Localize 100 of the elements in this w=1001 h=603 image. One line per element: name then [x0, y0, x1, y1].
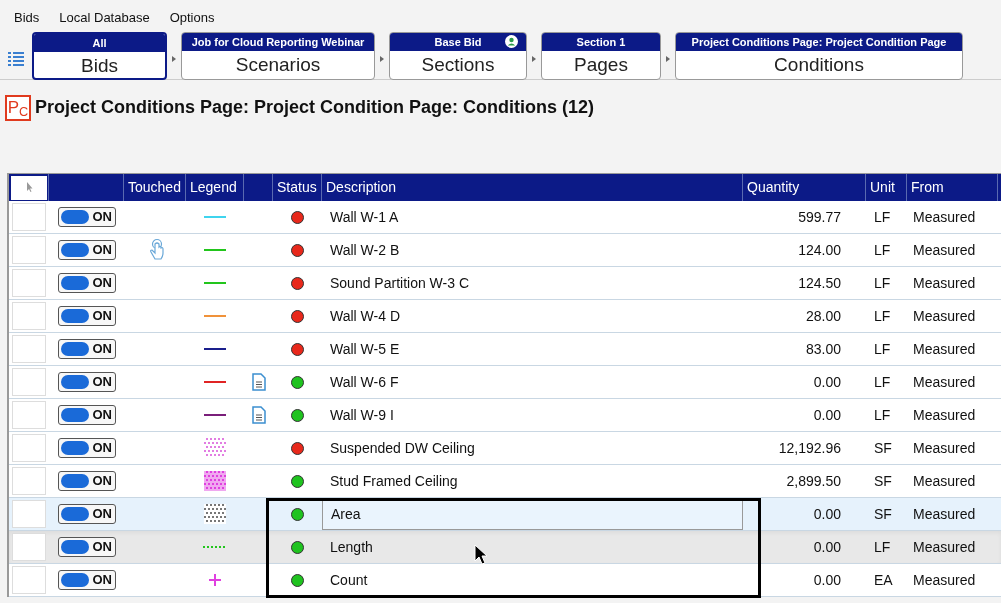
- quantity-cell-text: 28.00: [805, 306, 841, 326]
- row-select-box[interactable]: [12, 236, 46, 264]
- menu-item[interactable]: Options: [169, 8, 215, 28]
- breadcrumb-context: Base Bid: [434, 36, 482, 48]
- column-header[interactable]: Quantity: [747, 177, 800, 198]
- table-row[interactable]: ON Wall W-2 B 124.00 LF Measured: [9, 234, 1001, 267]
- unit-cell-text: EA: [874, 570, 893, 590]
- table-row[interactable]: ON Wall W-6 F 0.00 LF Measured: [9, 366, 1001, 399]
- source-cell-text: Measured: [913, 504, 976, 524]
- column-header[interactable]: Status: [277, 177, 317, 198]
- description-cell-text: Wall W-5 E: [330, 339, 400, 359]
- table-row[interactable]: ON Wall W-5 E 83.00 LF Measured: [9, 333, 1001, 366]
- breadcrumb-context: Job for Cloud Reporting Webinar: [191, 36, 365, 48]
- quantity-cell-text: 0.00: [813, 405, 841, 425]
- breadcrumb-context: Project Conditions Page: Project Condition Page: [691, 36, 947, 48]
- row-select-box[interactable]: [12, 302, 46, 330]
- unit-cell-text: LF: [874, 306, 891, 326]
- source-cell-text: Measured: [913, 372, 976, 392]
- source-cell-text: Measured: [913, 207, 976, 227]
- quantity-cell-text: 0.00: [813, 537, 841, 557]
- quantity-cell-text: 83.00: [805, 339, 841, 359]
- quantity-cell-text: 2,899.50: [786, 471, 841, 491]
- unit-cell-text: LF: [874, 405, 891, 425]
- table-row[interactable]: ON Wall W-9 I 0.00 LF Measured: [9, 399, 1001, 432]
- table-row[interactable]: ON Stud Framed Ceiling 2,899.50 SF Measured: [9, 465, 1001, 498]
- quantity-cell-text: 0.00: [813, 570, 841, 590]
- row-select-box[interactable]: [12, 434, 46, 462]
- breadcrumb-button[interactable]: All Bids: [32, 32, 167, 80]
- toggle-switch[interactable]: ON: [57, 537, 116, 557]
- toggle-switch[interactable]: ON: [57, 471, 116, 491]
- quantity-cell-text: 124.00: [798, 240, 841, 260]
- row-select-box[interactable]: [12, 467, 46, 495]
- toggle-switch[interactable]: ON: [57, 339, 116, 359]
- unit-cell-text: LF: [874, 240, 891, 260]
- toggle-switch[interactable]: ON: [57, 207, 116, 227]
- quantity-cell-text: 124.50: [798, 273, 841, 293]
- table-row[interactable]: ON Length 0.00 LF Measured: [9, 531, 1001, 564]
- quantity-cell-text: 12,192.96: [778, 438, 841, 458]
- table-row[interactable]: ON Area 0.00 SF Measured: [9, 498, 1001, 531]
- toggle-switch[interactable]: ON: [57, 273, 116, 293]
- breadcrumb-context: Section 1: [576, 36, 626, 48]
- document-icon[interactable]: [251, 373, 266, 391]
- row-select-box[interactable]: [12, 269, 46, 297]
- row-select-box[interactable]: [12, 368, 46, 396]
- source-cell-text: Measured: [913, 405, 976, 425]
- row-select-box[interactable]: [12, 533, 46, 561]
- toggle-switch[interactable]: ON: [57, 306, 116, 326]
- breadcrumb-context: All: [92, 37, 107, 49]
- menu-item[interactable]: Bids: [14, 8, 40, 28]
- breadcrumb-button[interactable]: Job for Cloud Reporting Webinar Scenarios: [181, 32, 375, 80]
- quantity-cell-text: 0.00: [813, 372, 841, 392]
- table-row[interactable]: ON Count 0.00 EA Measured: [9, 564, 1001, 597]
- column-header[interactable]: From: [911, 177, 944, 198]
- breadcrumb-button[interactable]: Base Bid Sections: [389, 32, 527, 80]
- description-cell-text: Area: [331, 504, 361, 524]
- select-all-icon[interactable]: [10, 175, 47, 200]
- description-cell-text: Wall W-6 F: [330, 372, 399, 392]
- column-header[interactable]: Legend: [190, 177, 237, 198]
- row-select-box[interactable]: [12, 566, 46, 594]
- table-row[interactable]: ON Sound Partition W-3 C 124.50 LF Measured: [9, 267, 1001, 300]
- mouse-pointer-icon: [474, 544, 488, 566]
- row-select-box[interactable]: [12, 401, 46, 429]
- breadcrumb-button[interactable]: Section 1 Pages: [541, 32, 661, 80]
- toggle-switch[interactable]: ON: [57, 372, 116, 392]
- table-row[interactable]: ON Wall W-1 A 599.77 LF Measured: [9, 201, 1001, 234]
- toggle-switch[interactable]: ON: [57, 405, 116, 425]
- toggle-switch[interactable]: ON: [57, 240, 116, 260]
- source-cell-text: Measured: [913, 471, 976, 491]
- table-row[interactable]: ON Suspended DW Ceiling 12,192.96 SF Measured: [9, 432, 1001, 465]
- toggle-switch[interactable]: ON: [57, 438, 116, 458]
- page-title: Project Conditions Page: Project Condition Page: Conditions (12): [35, 96, 595, 119]
- column-header[interactable]: Unit: [870, 177, 895, 198]
- description-cell-text: Count: [330, 570, 368, 590]
- description-cell-text: Stud Framed Ceiling: [330, 471, 458, 491]
- unit-cell-text: LF: [874, 372, 891, 392]
- column-header[interactable]: Description: [326, 177, 397, 198]
- toggle-switch[interactable]: ON: [57, 570, 116, 590]
- description-cell-text: Suspended DW Ceiling: [330, 438, 475, 458]
- unit-cell-text: LF: [874, 207, 891, 227]
- table-row[interactable]: ON Wall W-4 D 28.00 LF Measured: [9, 300, 1001, 333]
- row-select-box[interactable]: [12, 335, 46, 363]
- description-cell-text: Wall W-2 B: [330, 240, 400, 260]
- unit-cell-text: LF: [874, 339, 891, 359]
- source-cell-text: Measured: [913, 273, 976, 293]
- source-cell-text: Measured: [913, 537, 976, 557]
- quantity-cell-text: 599.77: [798, 207, 841, 227]
- breadcrumb-button[interactable]: Project Conditions Page: Project Condition Page Conditions: [675, 32, 963, 80]
- column-header[interactable]: Touched: [128, 177, 181, 198]
- description-cell-text: Wall W-4 D: [330, 306, 400, 326]
- unit-cell-text: LF: [874, 537, 891, 557]
- list-icon[interactable]: [8, 50, 24, 67]
- toggle-switch[interactable]: ON: [57, 504, 116, 524]
- row-select-box[interactable]: [12, 500, 46, 528]
- menu-item[interactable]: Local Database: [59, 8, 150, 28]
- description-cell-text: Wall W-1 A: [330, 207, 399, 227]
- page-type-badge: P$_{C}$: [5, 94, 31, 121]
- description-cell-text: Wall W-9 I: [330, 405, 394, 425]
- unit-cell-text: LF: [874, 273, 891, 293]
- document-icon[interactable]: [251, 406, 266, 424]
- description-cell-text: Sound Partition W-3 C: [330, 273, 470, 293]
